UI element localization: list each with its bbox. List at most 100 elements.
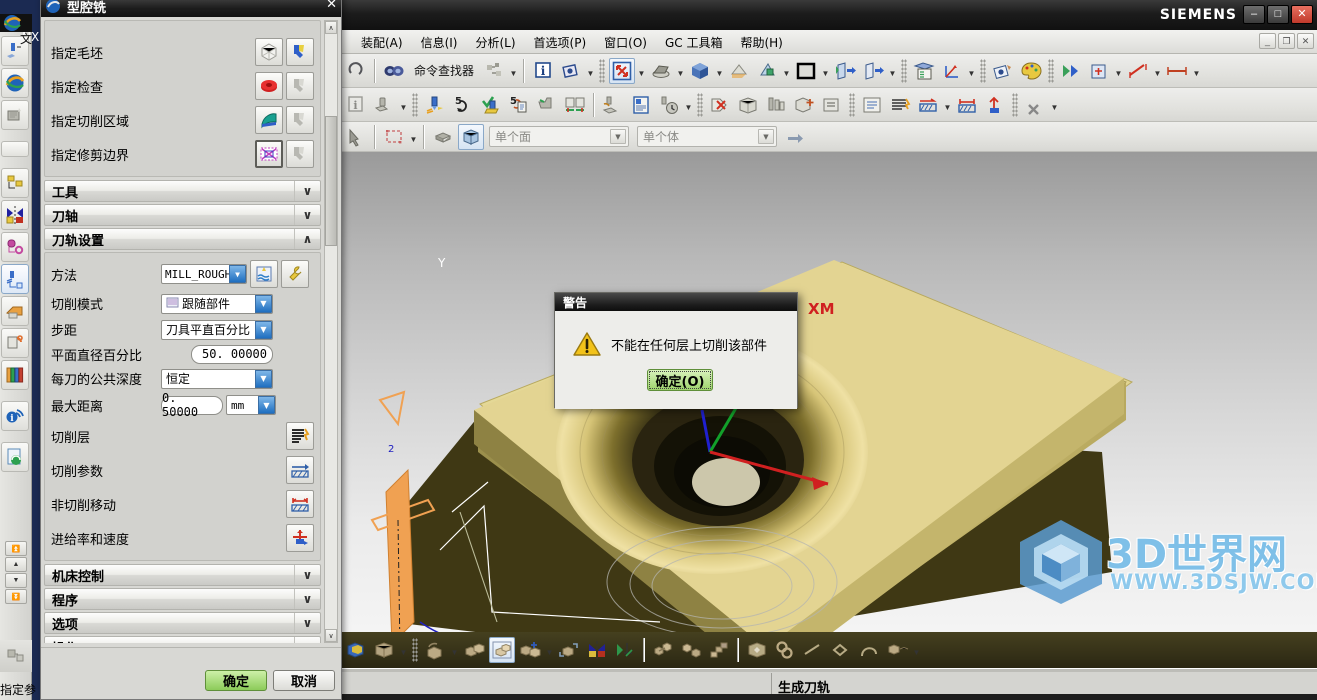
menu-preferences[interactable]: 首选项(P) xyxy=(525,32,596,53)
menu-info[interactable]: 信息(I) xyxy=(412,32,467,53)
scroll-top-button[interactable]: ⏫ xyxy=(5,541,27,556)
chevron-down-icon[interactable]: ▼ xyxy=(610,129,626,144)
graphics-viewport[interactable]: Y XM 2 3D世界网 WWW.3DSJW.COM xyxy=(342,152,1317,632)
chevron-down-icon[interactable]: ▼ xyxy=(1113,60,1124,82)
chevron-down-icon[interactable]: ▼ xyxy=(398,94,409,116)
section-tool[interactable]: 工具 ∨ xyxy=(44,180,321,202)
dialog-ok-button[interactable]: 确定 xyxy=(205,670,267,691)
machine-tool-icon[interactable] xyxy=(534,92,560,118)
chevron-down-icon[interactable]: ▼ xyxy=(714,60,725,82)
resource-tab-reuse-library[interactable] xyxy=(1,100,29,130)
chevron-down-icon[interactable]: ▼ xyxy=(1191,60,1202,82)
toolpath-transform-icon[interactable] xyxy=(371,92,397,118)
scroll-up-button[interactable]: ∧ xyxy=(325,21,337,34)
layer-list-icon[interactable] xyxy=(911,58,937,84)
navigator-icon[interactable] xyxy=(859,92,885,118)
fit-view-icon[interactable] xyxy=(609,57,636,84)
isometric-view-icon[interactable] xyxy=(687,58,713,84)
check-geometry-icon[interactable] xyxy=(255,72,283,100)
chevron-down-icon[interactable]: ▼ xyxy=(408,126,419,148)
workpiece-icon[interactable] xyxy=(735,92,761,118)
undo-icon[interactable] xyxy=(343,58,369,84)
resource-tab-machine-setup[interactable] xyxy=(1,296,29,326)
common-depth-combo[interactable]: 恒定 ▼ xyxy=(161,368,273,389)
post-process-icon[interactable] xyxy=(600,92,626,118)
plane-diameter-input[interactable]: 50. 00000 xyxy=(191,344,273,364)
verify-toolpath-icon[interactable] xyxy=(478,92,504,118)
visual-style-icon[interactable] xyxy=(1018,58,1044,84)
chevron-down-icon[interactable]: ▼ xyxy=(544,639,555,661)
feeds-speeds-icon[interactable] xyxy=(982,92,1008,118)
select-check-icon[interactable] xyxy=(286,72,314,100)
body-selection-filter-combo[interactable]: 单个体 ▼ xyxy=(637,126,777,147)
apply-selection-icon[interactable] xyxy=(782,124,808,150)
chevron-down-icon[interactable]: ∨ xyxy=(294,589,320,609)
chevron-down-icon[interactable]: ▼ xyxy=(585,60,596,82)
resource-tab-machining-navigator[interactable] xyxy=(1,264,29,294)
toolbar-grip[interactable] xyxy=(901,58,908,83)
toolbar-grip[interactable] xyxy=(1048,58,1055,83)
information-icon[interactable]: i xyxy=(530,58,556,84)
resource-tab-feature-navigator[interactable] xyxy=(1,232,29,262)
resource-tab-tool-library[interactable] xyxy=(1,328,29,358)
generate-toolpath-icon[interactable] xyxy=(422,92,448,118)
blank-geometry-icon[interactable] xyxy=(255,38,283,66)
create-geometry-icon[interactable] xyxy=(791,92,817,118)
chevron-down-icon[interactable]: ▼ xyxy=(887,60,898,82)
step-pattern-icon[interactable] xyxy=(706,637,732,663)
section-path-settings[interactable]: 刀轨设置 ∧ xyxy=(44,228,321,250)
menu-gc-toolbox[interactable]: GC 工具箱 xyxy=(656,32,732,53)
cut-parameters-icon[interactable] xyxy=(286,456,314,484)
mirror-icon[interactable] xyxy=(584,637,610,663)
chevron-down-icon[interactable]: ▼ xyxy=(398,639,409,661)
rectangle-select-icon[interactable] xyxy=(381,124,407,150)
dialog-scrollbar[interactable]: ∧ ∨ xyxy=(324,20,338,643)
chevron-down-icon[interactable]: ▼ xyxy=(255,369,272,388)
chevron-down-icon[interactable]: ▼ xyxy=(636,60,647,82)
sketch-curve-icon[interactable] xyxy=(856,637,882,663)
warning-dialog-titlebar[interactable]: 警告 xyxy=(555,293,797,311)
method-combo[interactable]: MILL_ROUGH ▼ xyxy=(161,264,247,284)
select-blank-icon[interactable] xyxy=(286,38,314,66)
section-program[interactable]: 程序 ∨ xyxy=(44,588,321,610)
window-close-button[interactable]: ✕ xyxy=(1291,5,1313,24)
resource-bar-docking-icon[interactable] xyxy=(0,640,32,672)
section-operation[interactable]: 操作 ∧ xyxy=(44,636,321,643)
chevron-down-icon[interactable]: ▼ xyxy=(255,320,272,339)
block-outline-icon[interactable] xyxy=(371,637,397,663)
chevron-down-icon[interactable]: ▼ xyxy=(758,129,774,144)
chevron-down-icon[interactable]: ▼ xyxy=(1152,60,1163,82)
move-object-icon[interactable] xyxy=(556,637,582,663)
chevron-down-icon[interactable]: ▼ xyxy=(683,94,694,116)
menu-analysis[interactable]: 分析(L) xyxy=(466,32,524,53)
select-trim-icon[interactable] xyxy=(286,140,314,168)
wireframe-view-icon[interactable] xyxy=(754,58,780,84)
delete-toolpath-icon[interactable] xyxy=(707,92,733,118)
link-bodies-icon[interactable] xyxy=(772,637,798,663)
toolbar-grip[interactable] xyxy=(599,58,606,83)
chevron-down-icon[interactable]: ▼ xyxy=(1049,94,1060,116)
chevron-down-icon[interactable]: ▼ xyxy=(675,60,686,82)
resource-tab-mirror-assembly[interactable] xyxy=(1,200,29,230)
command-finder-icon[interactable] xyxy=(381,58,407,84)
chevron-down-icon[interactable]: ▼ xyxy=(229,265,246,283)
add-body-icon[interactable] xyxy=(517,637,543,663)
chevron-up-icon[interactable]: ∧ xyxy=(294,637,320,643)
more-tools-icon[interactable] xyxy=(1086,58,1112,84)
document-restore-button[interactable]: ❐ xyxy=(1278,33,1295,49)
menu-help[interactable]: 帮助(H) xyxy=(731,32,791,53)
section-tool-axis[interactable]: 刀轴 ∨ xyxy=(44,204,321,226)
cut-area-icon[interactable] xyxy=(255,106,283,134)
create-block-icon[interactable] xyxy=(343,637,369,663)
toolbar-grip[interactable] xyxy=(412,92,418,117)
warning-ok-button[interactable]: 确定(O) xyxy=(647,369,713,391)
resource-tab-library[interactable] xyxy=(1,360,29,390)
chevron-down-icon[interactable]: ▼ xyxy=(508,60,519,82)
toolbar-grip[interactable] xyxy=(412,638,418,662)
extrude-icon[interactable] xyxy=(422,637,448,663)
pattern-component-icon[interactable] xyxy=(678,637,704,663)
play-animation-icon[interactable] xyxy=(1058,58,1084,84)
chevron-down-icon[interactable]: ▼ xyxy=(911,639,922,661)
scroll-down-button[interactable]: ▼ xyxy=(5,573,27,588)
window-minimize-button[interactable]: – xyxy=(1243,5,1265,24)
